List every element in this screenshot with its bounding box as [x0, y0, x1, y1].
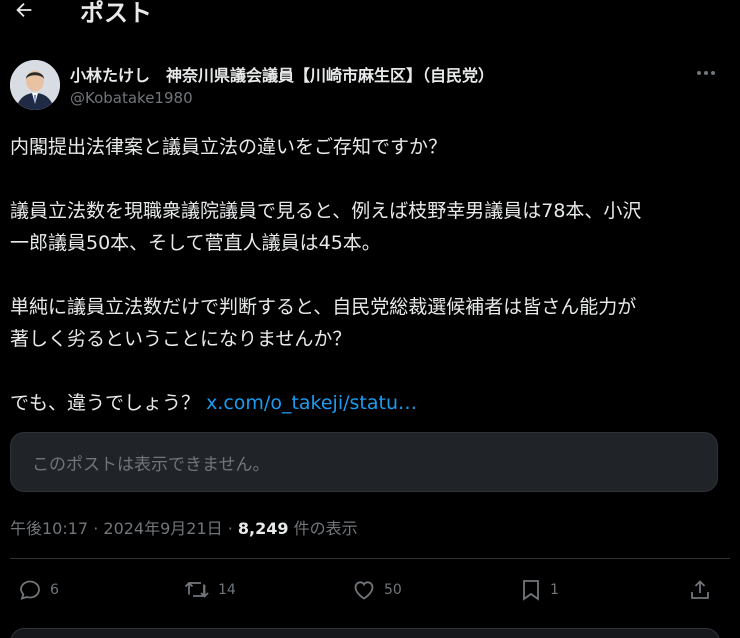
reply-composer-edge	[10, 628, 720, 638]
post-text: 内閣提出法律案と議員立法の違いをご存知ですか？ 議員立法数を現職衆議院議員で見る…	[10, 131, 725, 419]
more-horizontal-icon	[697, 71, 715, 75]
bookmark-icon	[523, 580, 539, 601]
unavailable-text: このポストは表示できません。	[32, 454, 270, 475]
post-line-with-link: でも、違うでしょう？ x.com/o_takeji/statu…	[10, 387, 725, 419]
meta-separator: ·	[222, 519, 238, 538]
post-line: でも、違うでしょう？	[10, 392, 201, 414]
arrow-left-icon	[16, 2, 32, 18]
views-count[interactable]: 8,249	[238, 519, 289, 538]
post-line: 著しく劣るということになりませんか？	[10, 328, 352, 350]
post-time[interactable]: 午後10:17	[10, 519, 88, 538]
post-line: 議員立法数を現職衆議院議員で見ると、例えば枝野幸男議員は78本、小沢	[10, 200, 642, 222]
bookmark-button[interactable]: 1	[520, 570, 559, 610]
unavailable-quote-card: このポストは表示できません。	[10, 432, 718, 492]
reply-button[interactable]: 6	[18, 570, 59, 610]
divider	[10, 558, 730, 559]
post-page: ポスト 小林たけし 神奈川県議会議員【川崎市麻生区】（自民党） @Kobatak…	[0, 0, 740, 638]
like-count: 50	[384, 582, 402, 598]
post-line: 内閣提出法律案と議員立法の違いをご存知ですか？	[10, 136, 448, 158]
author-name[interactable]: 小林たけし 神奈川県議会議員【川崎市麻生区】（自民党）	[70, 62, 494, 86]
share-icon	[691, 580, 709, 599]
repost-icon	[184, 581, 209, 598]
back-button[interactable]	[10, 0, 38, 26]
repost-button[interactable]: 14	[184, 570, 236, 610]
page-title: ポスト	[80, 0, 152, 27]
repost-count: 14	[218, 582, 236, 598]
avatar[interactable]	[10, 60, 60, 110]
post-line: 単純に議員立法数だけで判断すると、自民党総裁選候補者は皆さん能力が	[10, 296, 637, 318]
views-label: 件の表示	[288, 519, 358, 538]
reply-icon	[20, 580, 40, 600]
avatar-photo	[10, 60, 60, 110]
share-button[interactable]	[688, 570, 712, 610]
post-link[interactable]: x.com/o_takeji/statu…	[206, 392, 417, 414]
post-date[interactable]: 2024年9月21日	[103, 519, 222, 538]
heart-icon	[354, 581, 374, 600]
post-line: 一郎議員50本、そして菅直人議員は45本。	[10, 232, 381, 254]
meta-separator: ·	[88, 519, 104, 538]
header-bar: ポスト	[0, 0, 740, 28]
like-button[interactable]: 50	[352, 570, 402, 610]
author-handle[interactable]: @Kobatake1980	[70, 89, 193, 107]
action-bar: 6 14 50 1	[0, 570, 740, 610]
more-options-button[interactable]	[694, 64, 718, 82]
post-meta: 午後10:17 · 2024年9月21日 · 8,249 件の表示	[10, 515, 358, 539]
bookmark-count: 1	[550, 582, 559, 598]
reply-count: 6	[50, 582, 59, 598]
